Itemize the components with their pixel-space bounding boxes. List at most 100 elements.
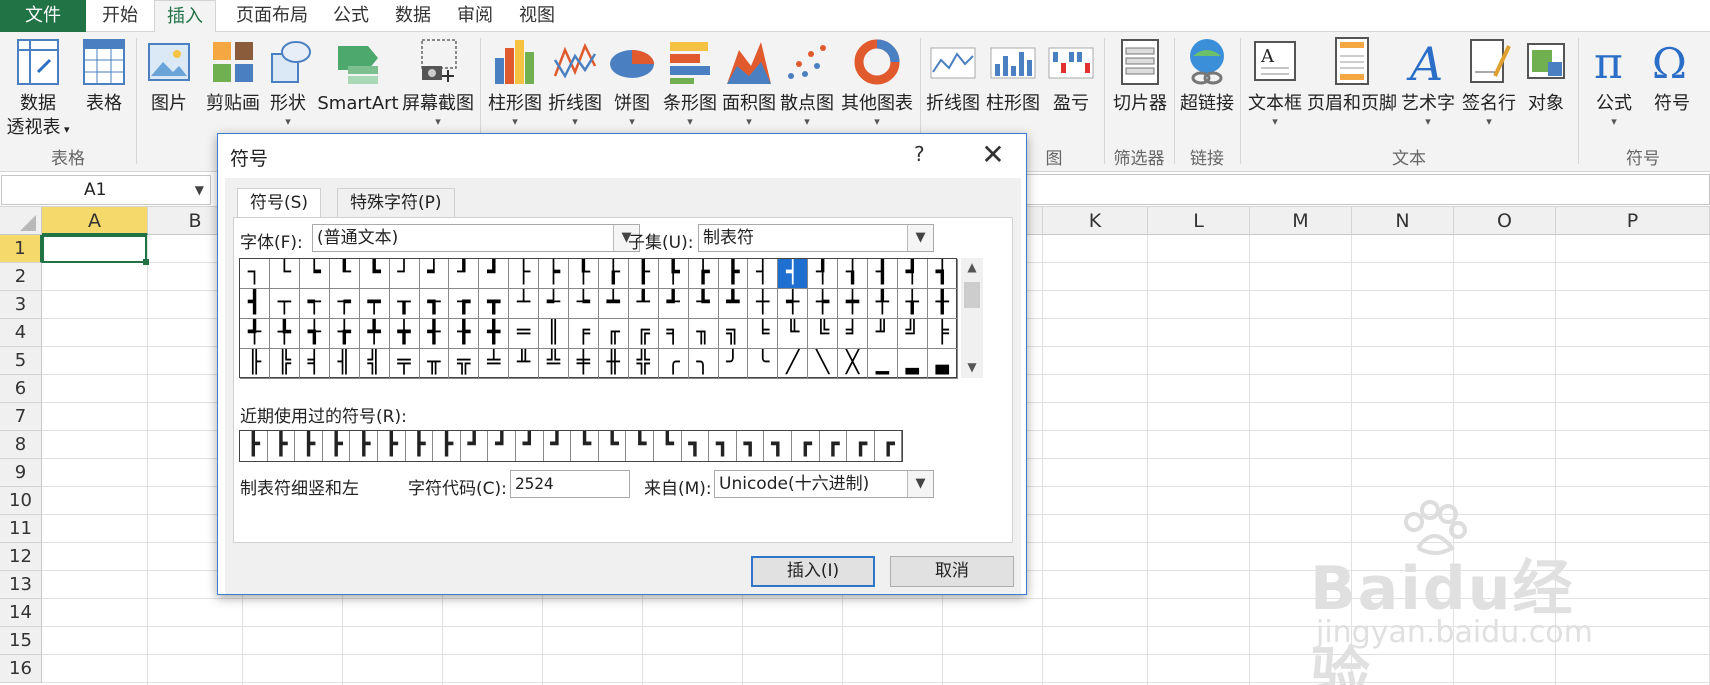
row-header[interactable]: 7 [0,403,42,431]
column-header[interactable]: M [1250,207,1352,235]
recent-symbol-cell[interactable]: ┛ [461,431,489,461]
recent-symbol-cell[interactable]: ┛ [544,431,572,461]
scroll-thumb[interactable] [964,282,980,308]
symbol-cell[interactable]: ╇ [359,319,390,349]
slicer-button[interactable]: 切片器 [1108,36,1172,116]
column-header[interactable]: L [1148,207,1250,235]
screenshot-button[interactable]: 屏幕截图 ▾ [400,36,476,128]
column-header[interactable]: A [42,207,148,235]
symbol-cell[interactable]: ┐ [240,259,270,289]
symbol-cell[interactable]: ╯ [718,349,749,379]
shapes-button[interactable]: 形状 ▾ [266,36,311,128]
symbol-cell[interactable]: ╞ [927,319,958,349]
recent-symbol-cell[interactable]: ┓ [709,431,737,461]
symbol-cell[interactable]: ┕ [299,259,330,289]
symbol-cell[interactable]: ╚ [808,319,839,349]
symbol-cell[interactable]: ╁ [897,289,928,319]
symbol-cell[interactable]: ┝ [539,259,569,289]
symbol-cell[interactable]: ╓ [598,319,629,349]
symbol-cell[interactable]: ▃ [927,349,958,379]
symbol-cell[interactable]: ╜ [867,319,898,349]
symbol-cell[interactable]: ┖ [329,259,360,289]
symbol-cell[interactable]: ╗ [718,319,749,349]
scatter-chart-button[interactable]: 散点图 ▾ [778,36,836,128]
symbol-cell[interactable]: ┬ [269,289,300,319]
row-header[interactable]: 14 [0,599,42,627]
table-button[interactable]: 表格 [78,36,130,116]
row-header[interactable]: 4 [0,319,42,347]
symbol-cell[interactable]: ╈ [389,319,420,349]
symbol-cell[interactable]: ╠ [269,349,300,379]
recent-symbol-cell[interactable]: ┏ [875,431,903,461]
recent-symbol-cell[interactable]: ┏ [820,431,848,461]
symbol-cell[interactable]: ┙ [419,259,450,289]
symbol-cell[interactable]: ┺ [688,289,719,319]
symbol-cell[interactable]: ┤ [748,259,779,289]
symbol-cell[interactable]: ╰ [748,349,779,379]
symbol-cell[interactable]: ╨ [509,349,540,379]
symbol-cell[interactable]: ╫ [598,349,629,379]
row-header[interactable]: 16 [0,655,42,683]
symbol-cell[interactable]: ┟ [598,259,629,289]
symbol-cell[interactable]: ┦ [808,259,839,289]
symbol-cell[interactable]: ┠ [628,259,659,289]
symbol-cell[interactable]: ╙ [778,319,809,349]
symbol-cell[interactable]: ┥ [778,259,809,289]
recent-symbol-cell[interactable]: ┓ [737,431,765,461]
symbol-cell[interactable]: └ [269,259,300,289]
symbol-cell[interactable]: ├ [509,259,540,289]
close-button[interactable]: ✕ [978,138,1008,171]
column-header[interactable]: N [1352,207,1454,235]
symbol-cell[interactable]: ╧ [479,349,510,379]
symbol-cell[interactable]: ┸ [628,289,659,319]
column-chart-button[interactable]: 柱形图 ▾ [484,36,546,128]
clipart-button[interactable]: 剪贴画 [200,36,266,116]
symbol-cell[interactable]: ┘ [389,259,420,289]
row-header[interactable]: 13 [0,571,42,599]
symbol-cell[interactable]: ╝ [897,319,928,349]
tab-page-layout[interactable]: 页面布局 [222,0,322,32]
symbol-cell[interactable]: ╭ [658,349,689,379]
column-header[interactable]: O [1454,207,1556,235]
font-select[interactable]: (普通文本) ▼ [312,224,640,252]
symbol-cell[interactable]: ┵ [539,289,569,319]
recent-symbol-cell[interactable]: ┣ [295,431,323,461]
symbol-cell[interactable]: ┡ [658,259,689,289]
symbol-cell[interactable]: ╊ [449,319,480,349]
recent-symbol-cell[interactable]: ┓ [682,431,710,461]
column-header[interactable]: P [1556,207,1710,235]
symbol-cell[interactable]: ╖ [688,319,719,349]
symbol-cell[interactable]: ┨ [867,259,898,289]
symbol-cell[interactable]: ╦ [449,349,480,379]
chevron-down-icon[interactable]: ▼ [907,225,933,251]
symbol-cell[interactable]: ┗ [359,259,390,289]
recent-symbol-cell[interactable]: ┗ [626,431,654,461]
equation-button[interactable]: π 公式 ▾ [1586,36,1642,128]
bar-chart-button[interactable]: 条形图 ▾ [660,36,720,128]
symbol-cell[interactable]: ┮ [329,289,360,319]
symbol-cell[interactable]: ┰ [389,289,420,319]
area-chart-button[interactable]: 面积图 ▾ [720,36,778,128]
symbol-cell[interactable]: ╉ [419,319,450,349]
symbol-cell[interactable]: ╛ [838,319,868,349]
symbol-cell[interactable]: ┧ [838,259,868,289]
symbol-cell[interactable]: ┿ [838,289,868,319]
tab-special-characters[interactable]: 特殊字符(P) [337,188,455,218]
symbol-grid-scrollbar[interactable]: ▲ ▼ [961,258,983,378]
recent-symbol-cell[interactable]: ┏ [792,431,820,461]
scroll-up-icon[interactable]: ▲ [961,260,983,274]
symbol-cell[interactable]: ╀ [867,289,898,319]
symbol-cell[interactable]: ┩ [897,259,928,289]
symbol-cell[interactable]: ┲ [449,289,480,319]
signature-button[interactable]: 签名行 ▾ [1458,36,1520,128]
symbol-cell[interactable]: ╆ [329,319,360,349]
tab-home[interactable]: 开始 [88,0,152,32]
name-box[interactable]: A1 ▼ [1,175,211,205]
row-header[interactable]: 2 [0,263,42,291]
symbol-cell[interactable]: ╘ [748,319,779,349]
symbol-cell[interactable]: ┣ [718,259,749,289]
column-header[interactable]: K [1043,207,1148,235]
recent-symbol-cell[interactable]: ┗ [599,431,627,461]
symbol-cell[interactable]: ║ [539,319,569,349]
sparkline-column-button[interactable]: 柱形图 [984,36,1042,116]
